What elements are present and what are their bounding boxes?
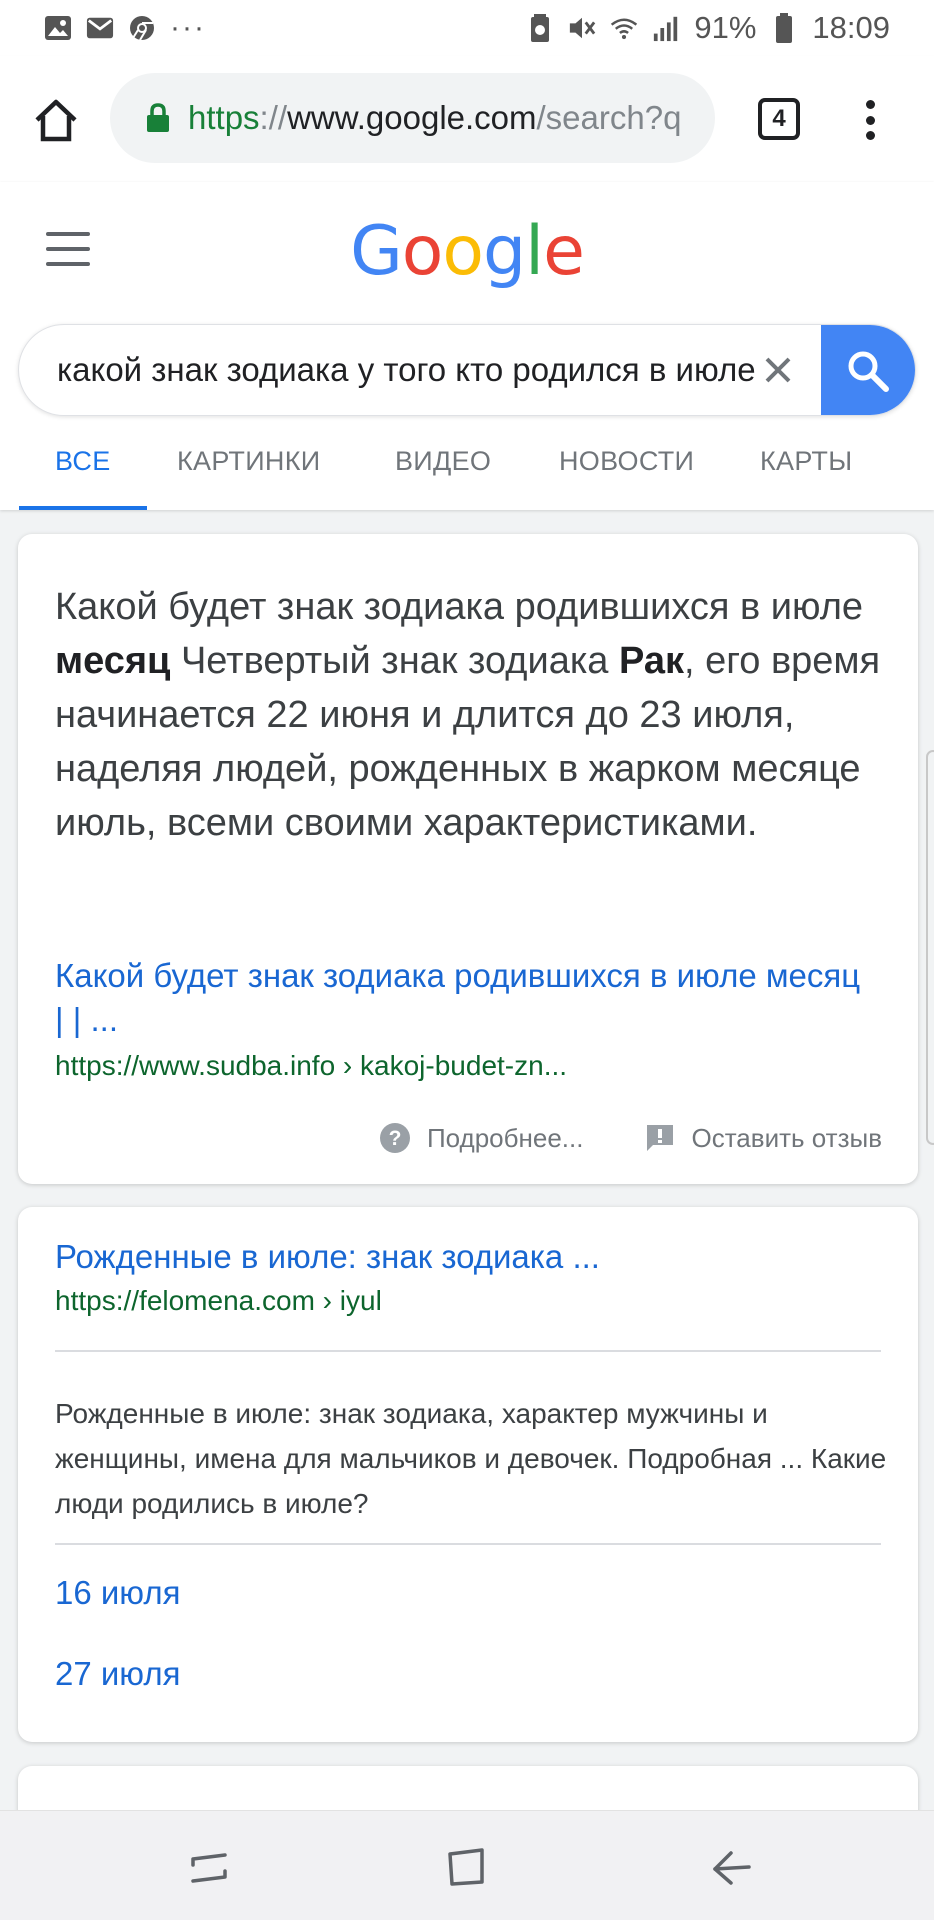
svg-text:?: ?	[389, 1127, 402, 1150]
tab-news[interactable]: НОВОСТИ	[559, 444, 694, 510]
recent-apps-button[interactable]	[183, 1841, 235, 1893]
battery-icon	[770, 13, 798, 43]
search-icon	[848, 351, 889, 392]
snippet-bold-part: месяц	[55, 640, 171, 682]
home-button[interactable]	[30, 94, 82, 146]
featured-snippet-text: Какой будет знак зодиака родившихся в ию…	[55, 580, 895, 850]
snippet-text-part: Какой будет знак зодиака родившихся в ию…	[55, 586, 864, 628]
tab-switcher-button[interactable]: 4	[758, 98, 800, 140]
battery-saver-icon	[526, 14, 554, 42]
url-path: /search?q	[536, 99, 682, 136]
menu-dot-icon	[865, 131, 875, 140]
leave-feedback-button[interactable]: Оставить отзыв	[645, 1123, 882, 1154]
leave-feedback-label: Оставить отзыв	[691, 1122, 882, 1153]
search-result-card: Рожденные в июле: знак зодиака ... https…	[18, 1207, 918, 1742]
result-title-link[interactable]: Рожденные в июле: знак зодиака ...	[55, 1235, 600, 1279]
url-text: https://www.google.com/search?q	[188, 99, 681, 137]
mail-icon	[86, 14, 114, 42]
search-button[interactable]	[821, 325, 915, 415]
snippet-feedback-row: ? Подробнее... Оставить отзыв	[379, 1122, 882, 1154]
search-tabs: ВСЕ КАРТИНКИ ВИДЕО НОВОСТИ КАРТЫ	[0, 444, 934, 510]
mute-icon	[568, 14, 596, 42]
logo-letter: o	[401, 212, 444, 291]
signal-icon	[652, 14, 680, 42]
featured-result-title-link[interactable]: Какой будет знак зодиака родившихся в ию…	[55, 954, 875, 1042]
menu-dot-icon	[865, 100, 875, 109]
feedback-icon	[647, 1125, 674, 1151]
status-right: 91% 18:09	[526, 10, 890, 46]
status-left: ···	[44, 13, 206, 43]
url-host: www.google.com	[287, 99, 537, 136]
url-scheme: https	[188, 99, 260, 136]
featured-snippet-card: Какой будет знак зодиака родившихся в ию…	[18, 534, 918, 1184]
more-info-button[interactable]: ? Подробнее...	[379, 1122, 584, 1154]
url-separator: ://	[259, 99, 288, 136]
logo-letter: g	[483, 212, 526, 291]
more-notifications-icon: ···	[170, 11, 206, 44]
menu-dot-icon	[865, 115, 875, 125]
tab-all[interactable]: ВСЕ	[19, 444, 146, 510]
battery-percent: 91%	[694, 10, 757, 45]
sitelink[interactable]: 27 июля	[55, 1655, 180, 1693]
recent-apps-icon	[191, 1853, 227, 1883]
address-bar[interactable]: https://www.google.com/search?q	[110, 73, 715, 163]
home-icon	[35, 99, 77, 142]
result-url: https://felomena.com › iyul	[55, 1285, 382, 1316]
chrome-icon	[128, 14, 156, 42]
help-icon: ?	[379, 1123, 410, 1153]
tab-maps[interactable]: КАРТЫ	[760, 444, 852, 510]
lock-icon	[144, 102, 172, 134]
browser-toolbar: https://www.google.com/search?q 4	[0, 56, 934, 182]
logo-letter: l	[525, 212, 544, 291]
home-nav-button[interactable]	[441, 1841, 493, 1893]
snippet-text-part: Четвертый знак зодиака	[170, 640, 619, 682]
divider	[55, 1350, 881, 1352]
status-bar: ··· 91% 18:09	[0, 0, 934, 56]
clear-search-button[interactable]	[755, 347, 801, 393]
browser-menu-button[interactable]	[860, 94, 880, 146]
home-square-icon	[448, 1848, 484, 1886]
clock: 18:09	[812, 10, 890, 45]
back-arrow-icon	[713, 1851, 751, 1885]
google-logo[interactable]: Google	[0, 212, 934, 291]
snippet-bold-part: Рак	[618, 640, 684, 682]
logo-letter: o	[442, 212, 484, 291]
result-description: Рожденные в июле: знак зодиака, характер…	[55, 1398, 887, 1519]
close-icon	[765, 357, 791, 383]
search-input[interactable]: какой знак зодиака у того кто родился в …	[57, 325, 757, 415]
featured-result-url: https://www.sudba.info › kakoj-budet-zn.…	[55, 1050, 568, 1081]
wifi-icon	[610, 14, 638, 42]
back-button[interactable]	[705, 1841, 757, 1893]
logo-letter: e	[543, 212, 585, 291]
google-header: Google какой знак зодиака у того кто род…	[0, 182, 934, 510]
search-box[interactable]: какой знак зодиака у того кто родился в …	[18, 324, 916, 416]
system-navigation-bar	[0, 1810, 934, 1920]
sitelink[interactable]: 16 июля	[55, 1574, 180, 1612]
divider	[55, 1543, 881, 1545]
tab-images[interactable]: КАРТИНКИ	[177, 444, 320, 510]
tab-video[interactable]: ВИДЕО	[395, 444, 491, 510]
logo-letter: G	[350, 212, 403, 291]
gallery-icon	[44, 14, 72, 42]
scroll-edge-indicator	[926, 750, 934, 1145]
more-info-label: Подробнее...	[426, 1122, 584, 1153]
